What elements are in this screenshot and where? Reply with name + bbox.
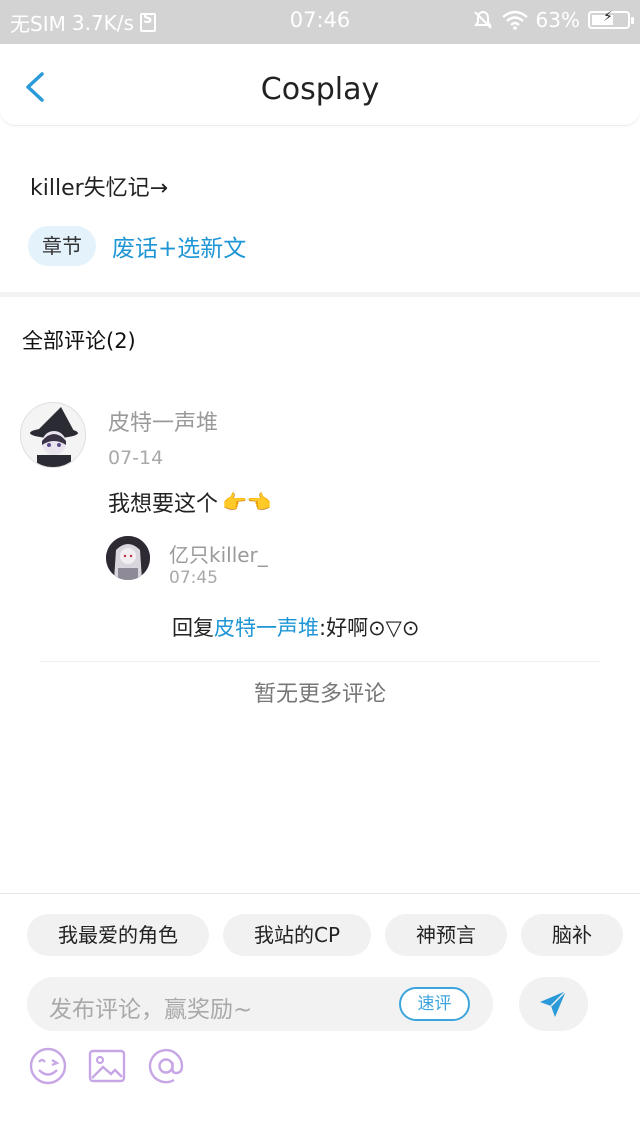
comment-username[interactable]: 皮特一声堆 [108, 405, 218, 437]
chip-cp[interactable]: 我站的CP [223, 914, 372, 956]
reply-date: 07:45 [169, 568, 218, 588]
page-title: Cosplay [260, 72, 380, 107]
no-more-comments: 暂无更多评论 [253, 682, 386, 707]
reply-avatar[interactable] [106, 536, 150, 580]
reply-mention-link[interactable]: 皮特一声堆 [214, 616, 319, 640]
at-icon[interactable] [146, 1046, 186, 1086]
battery-percent: 63% [535, 8, 580, 32]
avatar-image [21, 403, 85, 467]
list-divider [40, 661, 600, 662]
comment-input[interactable]: 发布评论，赢奖励~ 速评 [27, 977, 493, 1031]
reply-text: 回复皮特一声堆:好啊⊙▽⊙ [172, 612, 419, 642]
battery-icon: ⚡ [588, 9, 634, 29]
image-icon[interactable] [87, 1046, 127, 1086]
chapter-name-link[interactable]: 废话+选新文 [112, 229, 246, 263]
mute-icon [473, 10, 492, 29]
emoji-icon[interactable] [28, 1046, 68, 1086]
comment-date: 07-14 [108, 447, 164, 469]
charging-icon: ⚡ [603, 9, 613, 25]
chip-headcanon[interactable]: 脑补 [521, 914, 624, 956]
wifi-icon [501, 10, 528, 30]
send-button[interactable] [519, 977, 588, 1031]
comment-composer: 我最爱的角色 我站的CP 神预言 脑补 发布评论，赢奖励~ 速评 [0, 893, 640, 1138]
chip-favorite-character[interactable]: 我最爱的角色 [27, 914, 209, 956]
comments-heading: 全部评论(2) [22, 329, 136, 353]
section-divider [0, 292, 640, 297]
post-title-link[interactable]: killer失忆记→ [30, 170, 168, 202]
comment-text: 我想要这个 👉👈 [108, 486, 272, 518]
chapter-row: 章节 废话+选新文 [28, 226, 246, 266]
nav-header: Cosplay [0, 44, 640, 126]
status-bar: 无SIM 3.7K/s 07:46 63% ⚡ [0, 0, 640, 44]
topic-chips: 我最爱的角色 我站的CP 神预言 脑补 [27, 914, 640, 956]
quick-review-button[interactable]: 速评 [399, 987, 470, 1021]
comment-input-placeholder: 发布评论，赢奖励~ [49, 997, 253, 1023]
pointing-hands-emoji: 👉👈 [222, 490, 272, 514]
send-icon [540, 990, 567, 1017]
reply-avatar-image [106, 536, 150, 580]
chip-prediction[interactable]: 神预言 [385, 914, 508, 956]
reply-body: :好啊⊙▽⊙ [319, 616, 420, 640]
avatar[interactable] [20, 402, 86, 468]
reply-prefix: 回复 [172, 616, 214, 640]
comment-body: 我想要这个 [108, 492, 219, 517]
reply-username[interactable]: 亿只killer_ [169, 539, 268, 568]
status-right: 63% ⚡ [472, 8, 634, 32]
chapter-tag: 章节 [28, 226, 96, 266]
